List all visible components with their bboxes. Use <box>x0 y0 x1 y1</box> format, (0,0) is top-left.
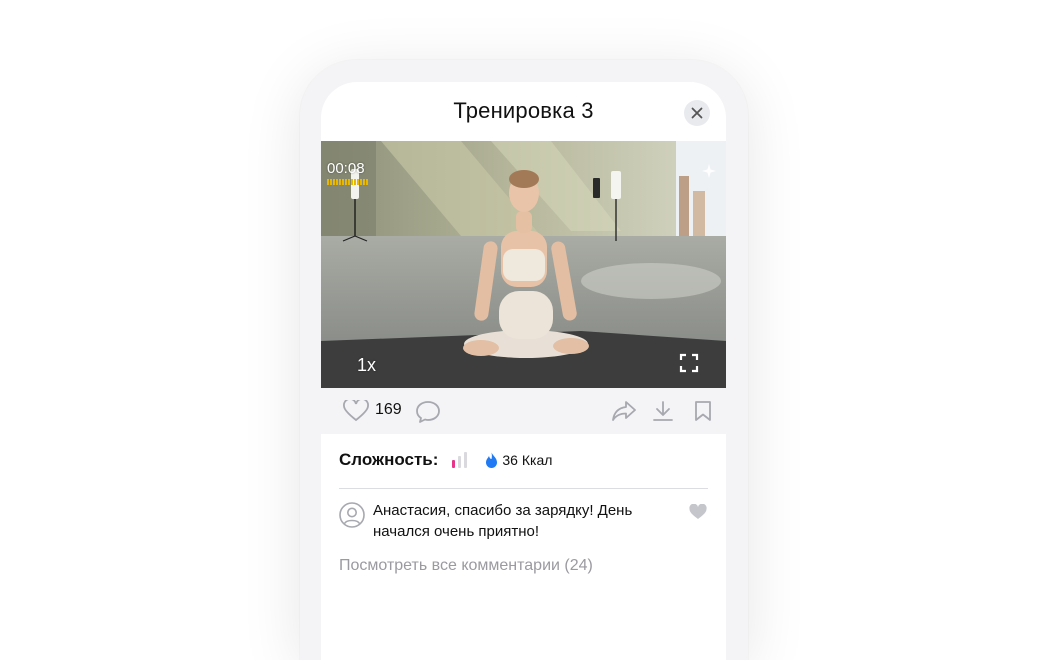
comment-heart-icon[interactable] <box>689 504 707 520</box>
volume-tick <box>351 179 353 185</box>
volume-tick <box>357 179 359 185</box>
close-button[interactable] <box>684 100 710 126</box>
calories: 36 Ккал <box>502 452 553 468</box>
sparkle-icon <box>702 164 716 178</box>
volume-tick <box>348 179 350 185</box>
difficulty-bar <box>452 460 456 468</box>
volume-tick <box>336 179 338 185</box>
divider <box>339 488 708 489</box>
difficulty-bars <box>452 452 468 468</box>
comment-text: Анастасия, спасибо за зарядку! День нача… <box>373 502 633 540</box>
bookmark-icon[interactable] <box>694 400 712 422</box>
video-player[interactable]: 00:08 1x <box>321 141 726 388</box>
volume-tick <box>366 179 368 185</box>
volume-tick <box>345 179 347 185</box>
volume-tick <box>327 179 329 185</box>
video-time: 00:08 <box>327 160 365 177</box>
flame-icon <box>486 452 498 468</box>
volume-tick <box>339 179 341 185</box>
playback-speed-button[interactable]: 1x <box>357 355 376 376</box>
comment-icon[interactable] <box>415 400 441 424</box>
fullscreen-icon[interactable] <box>679 353 699 373</box>
volume-tick <box>354 179 356 185</box>
volume-tick <box>363 179 365 185</box>
phone-frame: Тренировка 3 00:08 1x 169 Сложность: 36 … <box>300 60 748 660</box>
heart-icon[interactable] <box>343 400 369 422</box>
download-icon[interactable] <box>651 400 675 422</box>
page-title: Тренировка 3 <box>453 98 594 123</box>
actions-bar: 169 <box>321 388 726 434</box>
header: Тренировка 3 <box>321 82 726 140</box>
view-all-comments-link[interactable]: Посмотреть все комментарии (24) <box>339 557 593 575</box>
difficulty-label: Сложность: <box>339 450 439 469</box>
volume-tick <box>333 179 335 185</box>
close-icon <box>691 107 703 119</box>
volume-tick <box>360 179 362 185</box>
share-icon[interactable] <box>611 400 637 422</box>
avatar-icon <box>339 502 365 528</box>
screen: Тренировка 3 00:08 1x 169 Сложность: 36 … <box>321 82 726 660</box>
volume-tick <box>330 179 332 185</box>
volume-indicator <box>327 179 371 185</box>
volume-tick <box>342 179 344 185</box>
difficulty-bar <box>458 456 462 468</box>
video-frame <box>321 141 726 388</box>
difficulty-bar <box>464 452 468 468</box>
workout-info: Сложность: 36 Ккал <box>339 448 552 472</box>
like-count: 169 <box>375 401 402 418</box>
